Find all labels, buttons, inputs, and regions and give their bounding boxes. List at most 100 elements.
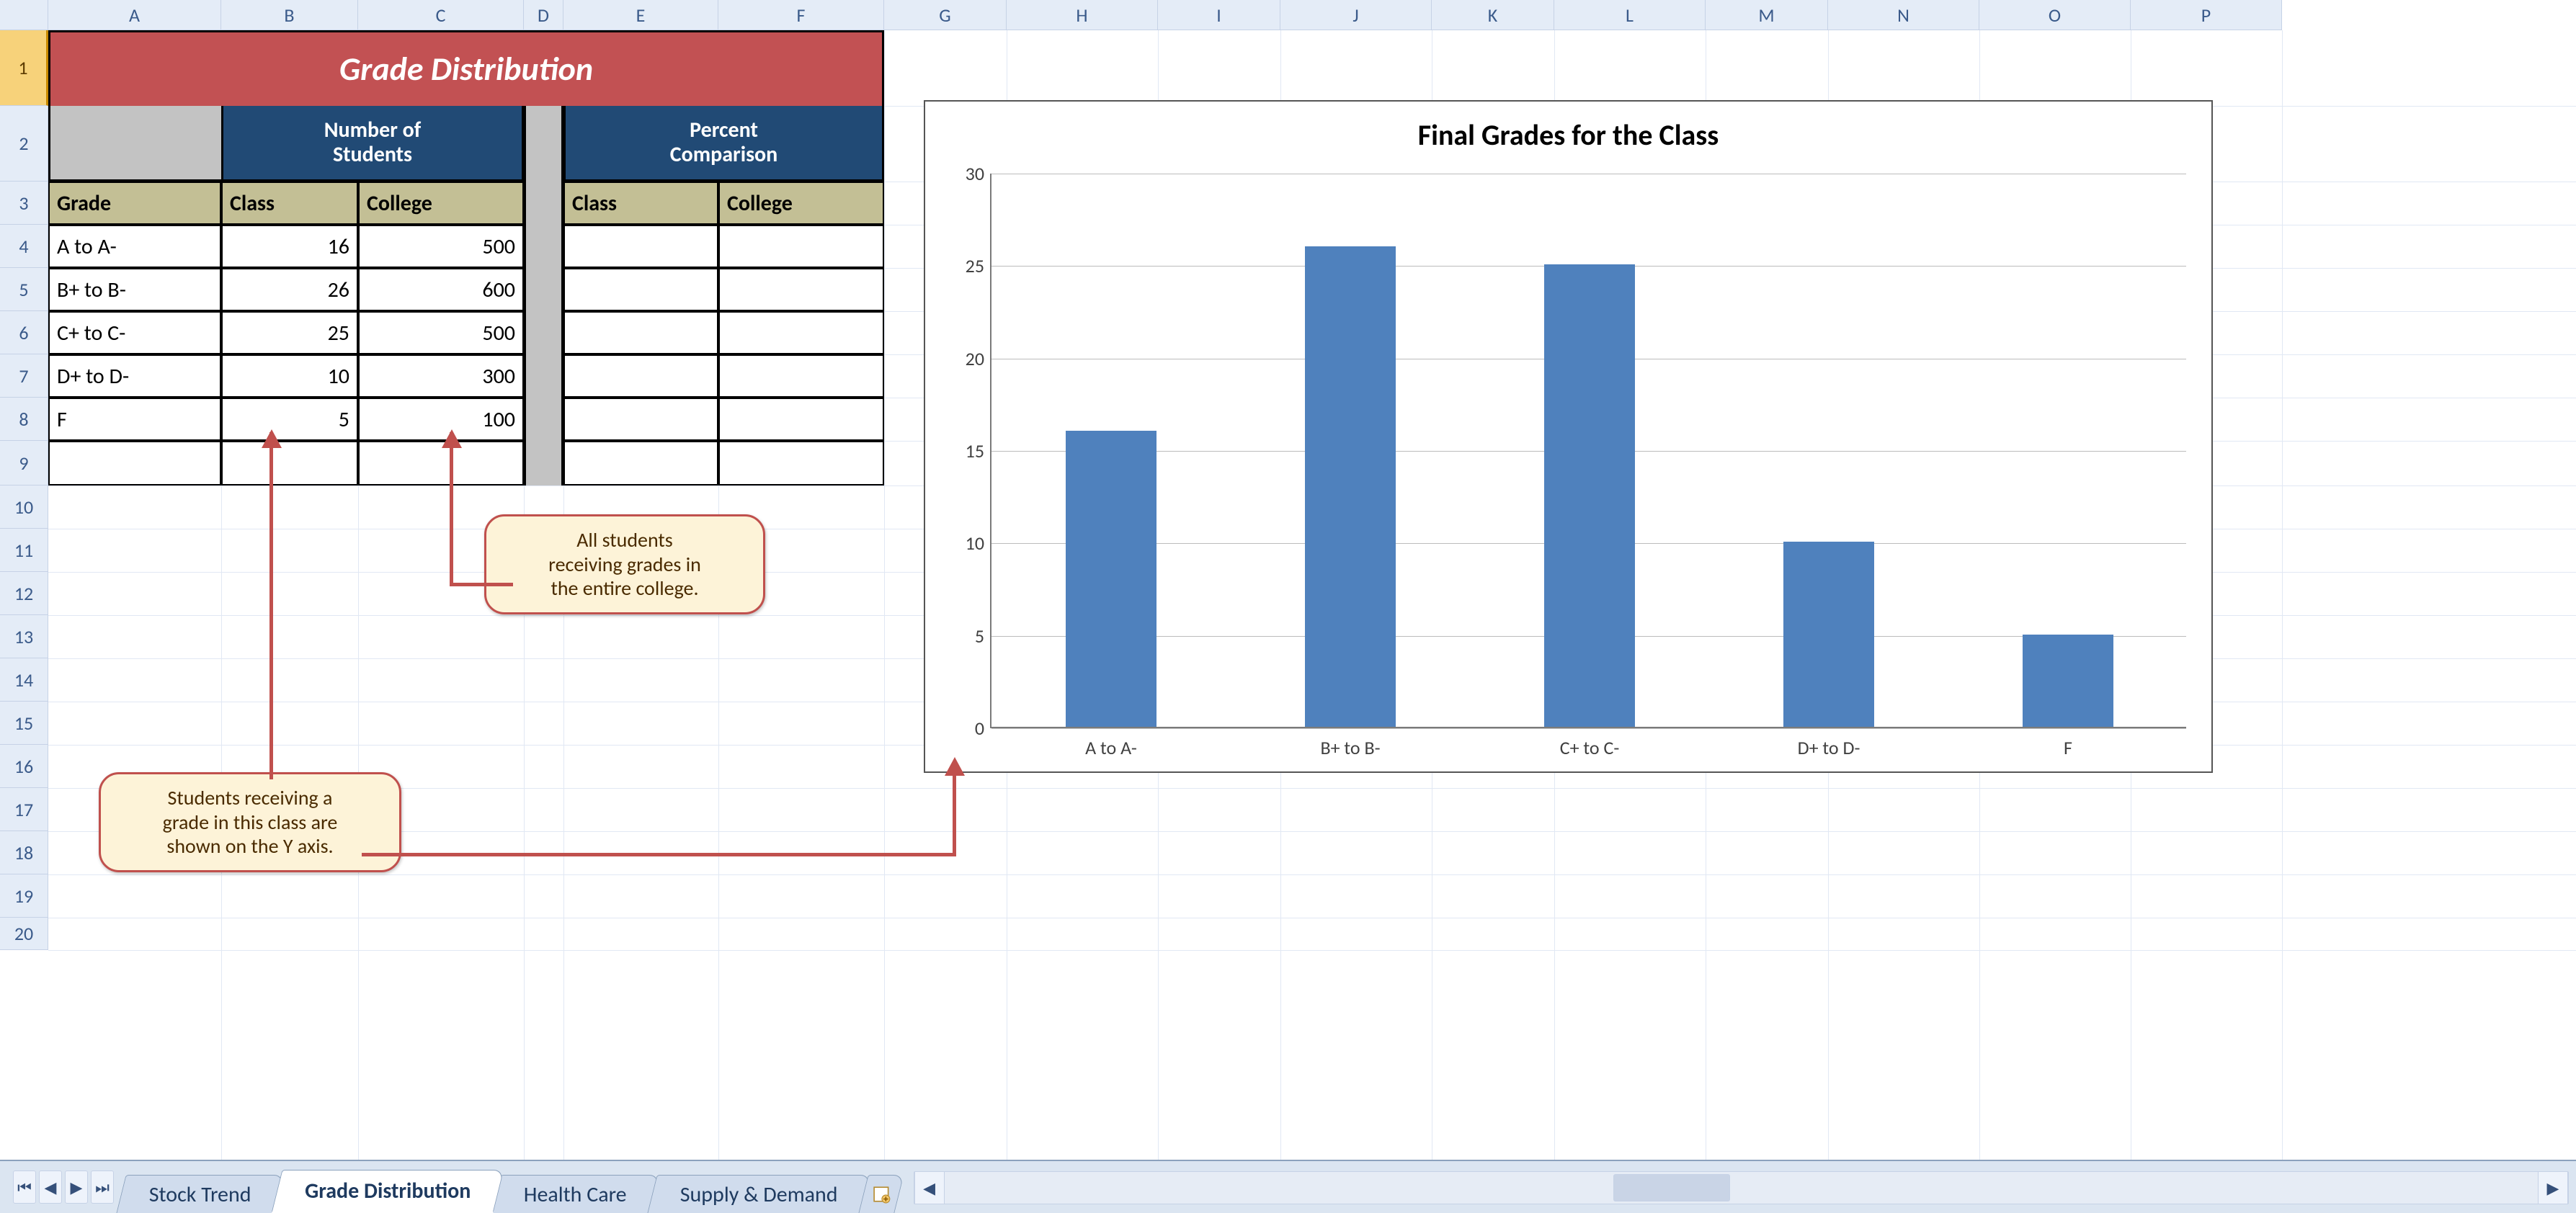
column-header-F[interactable]: F <box>718 0 884 30</box>
cell-college-pct[interactable] <box>718 398 884 441</box>
cell-college-count[interactable]: 300 <box>358 354 524 398</box>
col-header-class-num: Class <box>221 182 358 225</box>
row-header-16[interactable]: 16 <box>0 745 48 788</box>
row-header-3[interactable]: 3 <box>0 182 48 225</box>
cell-grade[interactable]: B+ to B- <box>48 268 221 311</box>
row-header-19[interactable]: 19 <box>0 874 48 918</box>
bar[interactable] <box>1783 542 1874 727</box>
column-header-L[interactable]: L <box>1554 0 1706 30</box>
row-header-4[interactable]: 4 <box>0 225 48 268</box>
table-title: Grade Distribution <box>48 30 884 106</box>
cell-class-count[interactable]: 26 <box>221 268 358 311</box>
bar[interactable] <box>1544 264 1635 727</box>
row-header-13[interactable]: 13 <box>0 615 48 658</box>
cell-college-count[interactable]: 500 <box>358 225 524 268</box>
bar[interactable] <box>1305 246 1396 727</box>
cell-college-pct[interactable] <box>718 268 884 311</box>
tab-nav-first[interactable]: ⏮ <box>13 1171 36 1204</box>
row-header-12[interactable]: 12 <box>0 572 48 615</box>
cell-college-count[interactable]: 500 <box>358 311 524 354</box>
row-header-14[interactable]: 14 <box>0 658 48 702</box>
tab-nav-prev[interactable]: ◀ <box>39 1171 62 1204</box>
cell-college-pct[interactable] <box>718 225 884 268</box>
cell-total-grade[interactable] <box>48 441 221 485</box>
cell-total-class[interactable] <box>221 441 358 485</box>
y-tick: 5 <box>945 625 984 648</box>
column-header-O[interactable]: O <box>1979 0 2131 30</box>
column-header-G[interactable]: G <box>884 0 1007 30</box>
cell-class-count[interactable]: 25 <box>221 311 358 354</box>
x-label: B+ to B- <box>1320 736 1380 759</box>
bar[interactable] <box>1066 431 1156 727</box>
row-header-6[interactable]: 6 <box>0 311 48 354</box>
x-label: C+ to C- <box>1560 736 1620 759</box>
chart-final-grades[interactable]: Final Grades for the Class 051015202530A… <box>924 100 2213 773</box>
cell-college-count[interactable]: 600 <box>358 268 524 311</box>
x-label: F <box>2064 736 2072 759</box>
tab-nav-buttons: ⏮ ◀ ▶ ⏭ <box>0 1165 121 1213</box>
column-header-N[interactable]: N <box>1828 0 1979 30</box>
cell-total-class-pct[interactable] <box>563 441 718 485</box>
column-header-B[interactable]: B <box>221 0 358 30</box>
cell-class-count[interactable]: 10 <box>221 354 358 398</box>
sheet-tab[interactable]: Stock Trend <box>116 1175 284 1213</box>
cell-class-pct[interactable] <box>563 311 718 354</box>
column-header-K[interactable]: K <box>1432 0 1554 30</box>
row-header-2[interactable]: 2 <box>0 106 48 182</box>
cell-grade[interactable]: C+ to C- <box>48 311 221 354</box>
row-header-11[interactable]: 11 <box>0 529 48 572</box>
column-header-C[interactable]: C <box>358 0 524 30</box>
cell-class-pct[interactable] <box>563 354 718 398</box>
sheet-tab[interactable]: Health Care <box>491 1175 659 1213</box>
cell-grade[interactable]: F <box>48 398 221 441</box>
header-number-of-students: Number ofStudents <box>221 106 524 182</box>
x-label: D+ to D- <box>1798 736 1860 759</box>
scroll-thumb[interactable] <box>1613 1174 1730 1201</box>
cell-total-college-pct[interactable] <box>718 441 884 485</box>
column-header-M[interactable]: M <box>1706 0 1828 30</box>
row-header-17[interactable]: 17 <box>0 788 48 831</box>
cell-class-pct[interactable] <box>563 225 718 268</box>
sheet-tab[interactable]: Supply & Demand <box>647 1175 870 1213</box>
sheet-tab[interactable]: Grade Distribution <box>271 1170 504 1213</box>
scroll-left-button[interactable]: ◀ <box>914 1172 945 1204</box>
row-header-1[interactable]: 1 <box>0 30 48 106</box>
cell-class-pct[interactable] <box>563 398 718 441</box>
worksheet-grid[interactable]: Grade DistributionNumber ofStudentsPerce… <box>48 30 2576 1161</box>
bar[interactable] <box>2023 635 2113 727</box>
row-header-7[interactable]: 7 <box>0 354 48 398</box>
sheet-tab-label: Supply & Demand <box>680 1181 838 1208</box>
row-header-20[interactable]: 20 <box>0 918 48 950</box>
cell-class-pct[interactable] <box>563 268 718 311</box>
column-header-E[interactable]: E <box>563 0 718 30</box>
cell-college-pct[interactable] <box>718 354 884 398</box>
scroll-track[interactable] <box>945 1172 2538 1204</box>
select-all-button[interactable] <box>0 0 48 30</box>
y-tick: 10 <box>945 532 984 555</box>
sheet-tab-label: Health Care <box>524 1181 627 1208</box>
row-header-10[interactable]: 10 <box>0 485 48 529</box>
row-header-5[interactable]: 5 <box>0 268 48 311</box>
column-header-D[interactable]: D <box>524 0 563 30</box>
scroll-right-button[interactable]: ▶ <box>2538 1172 2568 1204</box>
row-header-8[interactable]: 8 <box>0 398 48 441</box>
row-header-15[interactable]: 15 <box>0 702 48 745</box>
column-header-A[interactable]: A <box>48 0 221 30</box>
column-header-H[interactable]: H <box>1007 0 1158 30</box>
sheet-tabs: Stock TrendGrade DistributionHealth Care… <box>121 1168 896 1213</box>
tab-nav-next[interactable]: ▶ <box>65 1171 88 1204</box>
cell-college-pct[interactable] <box>718 311 884 354</box>
tab-nav-last[interactable]: ⏭ <box>91 1171 114 1204</box>
chart-title: Final Grades for the Class <box>925 117 2211 153</box>
row-header-9[interactable]: 9 <box>0 441 48 485</box>
column-header-P[interactable]: P <box>2131 0 2282 30</box>
row-header-18[interactable]: 18 <box>0 831 48 874</box>
chart-plot-area: 051015202530A to A-B+ to B-C+ to C-D+ to… <box>990 174 2186 728</box>
cell-class-count[interactable]: 5 <box>221 398 358 441</box>
cell-grade[interactable]: A to A- <box>48 225 221 268</box>
column-header-J[interactable]: J <box>1280 0 1432 30</box>
cell-class-count[interactable]: 16 <box>221 225 358 268</box>
cell-grade[interactable]: D+ to D- <box>48 354 221 398</box>
horizontal-scrollbar[interactable]: ◀ ▶ <box>914 1171 2569 1204</box>
column-header-I[interactable]: I <box>1158 0 1280 30</box>
